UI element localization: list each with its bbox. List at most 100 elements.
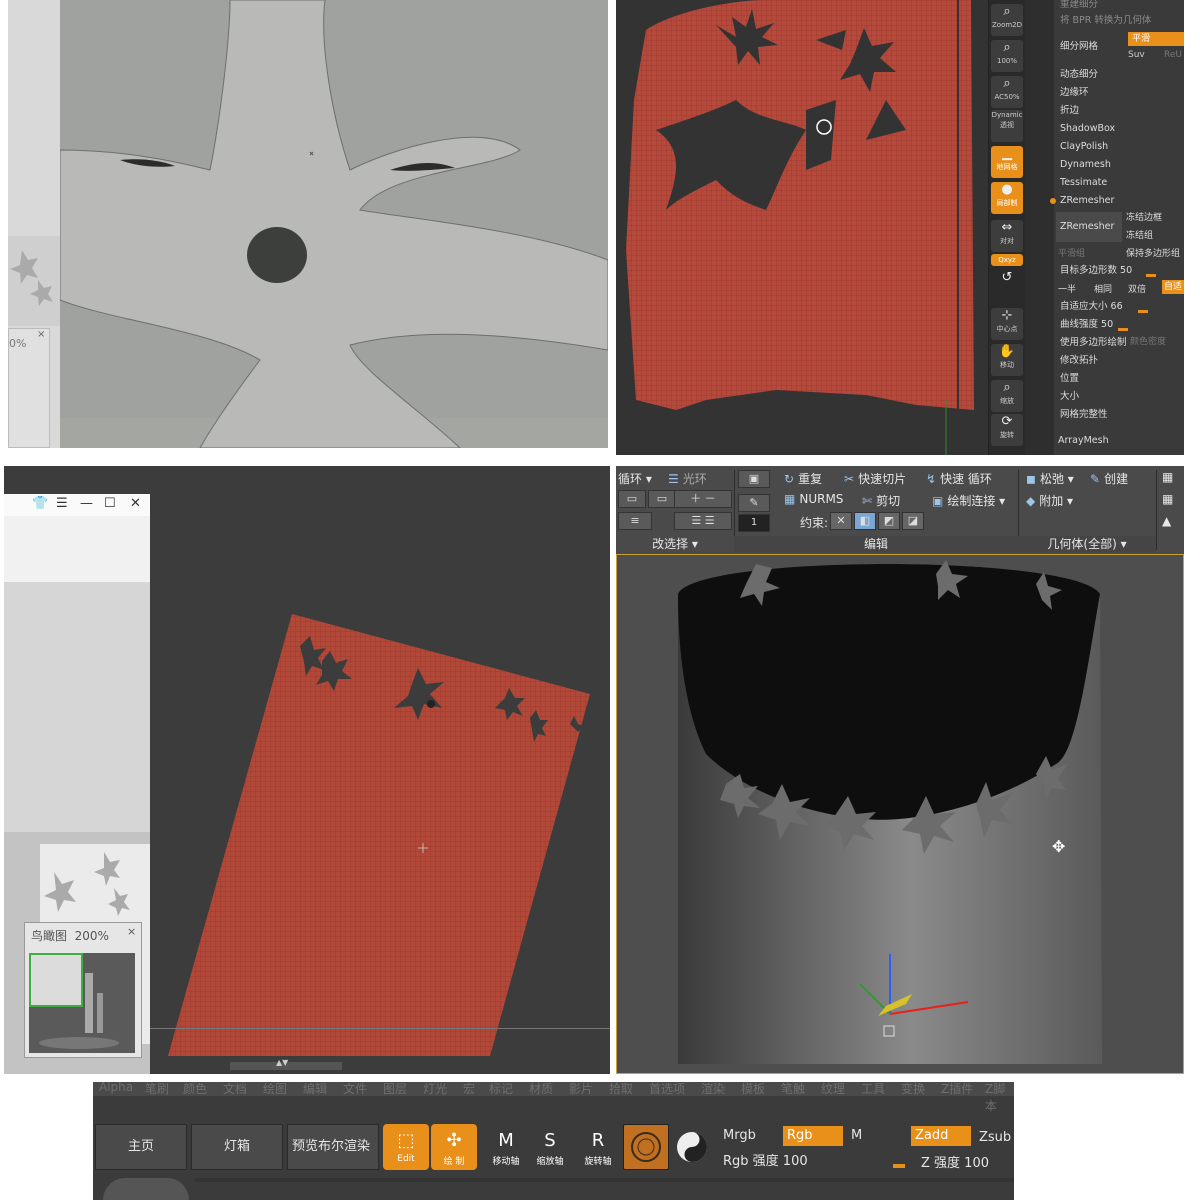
menu-stroke[interactable]: 笔触 — [781, 1082, 805, 1097]
same-toggle[interactable]: 相同 — [1094, 282, 1112, 295]
menu-macro[interactable]: 宏 — [463, 1082, 475, 1097]
rgb-toggle[interactable]: Rgb — [783, 1126, 843, 1146]
close-icon[interactable]: × — [127, 925, 136, 938]
menu-tool[interactable]: 工具 — [861, 1082, 885, 1097]
create-button[interactable]: ✎ 创建 — [1090, 470, 1128, 487]
menu-color[interactable]: 颜色 — [183, 1082, 207, 1097]
ac50-icon[interactable]: ⌕ AC50% — [991, 76, 1023, 108]
section-geometry-all[interactable]: 几何体(全部) ▾ — [1018, 536, 1156, 552]
scroll-arrows-icon[interactable]: ▲▼ — [276, 1058, 288, 1067]
half-toggle[interactable]: 一半 — [1058, 282, 1076, 295]
move-icon[interactable]: ✋ 移动 — [991, 344, 1023, 376]
quick-slice-button[interactable]: ✂ 快速切片 — [844, 470, 906, 487]
section-modify-selection[interactable]: 改选择 ▾ — [616, 536, 734, 552]
color-density-slider[interactable]: 颜色密度 — [1130, 334, 1166, 347]
frame-center-icon[interactable]: ⊹ 中心点 — [991, 308, 1023, 340]
menu-brush[interactable]: 笔刷 — [145, 1082, 169, 1097]
menu-zscript[interactable]: Z脚本 — [985, 1082, 1014, 1114]
menu-edit[interactable]: 编辑 — [303, 1082, 327, 1097]
grow-button[interactable]: ▭ — [648, 490, 676, 508]
lightbox-button[interactable]: 灯箱 — [191, 1124, 283, 1170]
navigator-selection[interactable] — [29, 953, 83, 1007]
rotate-small-icon[interactable]: ↺ — [991, 270, 1023, 300]
loop-button[interactable]: 循环 ▾ — [618, 470, 652, 487]
xyz-icon[interactable]: Qxyz — [991, 254, 1023, 266]
menu-dynamic-subdiv[interactable]: 动态细分 — [1054, 66, 1184, 83]
menu-marker[interactable]: 标记 — [489, 1082, 513, 1097]
menu-position[interactable]: 位置 — [1054, 370, 1184, 387]
zadd-toggle[interactable]: Zadd — [911, 1126, 971, 1146]
material-swatch[interactable] — [623, 1124, 669, 1170]
menu-light[interactable]: 灯光 — [423, 1082, 447, 1097]
brush-preview[interactable] — [103, 1178, 189, 1200]
perspective-viewport[interactable] — [150, 466, 610, 1074]
scale-icon[interactable]: ⌕ 缩放 — [991, 380, 1023, 412]
menu-size[interactable]: 大小 — [1054, 388, 1184, 405]
rgb-intensity-slider[interactable]: Rgb 强度 100 — [723, 1150, 808, 1169]
zsub-toggle[interactable]: Zsub — [979, 1130, 1011, 1145]
menu-material[interactable]: 材质 — [529, 1082, 553, 1097]
curve-strength-handle[interactable] — [1118, 328, 1128, 331]
menu-dynamesh[interactable]: Dynamesh — [1054, 156, 1184, 173]
constraint-edge-icon[interactable]: ◧ — [854, 512, 876, 530]
tweak-icon[interactable]: ✎ — [738, 494, 770, 512]
spinner-input[interactable]: 1 — [738, 514, 770, 532]
shrink-button[interactable]: ▭ — [618, 490, 646, 508]
menu-movie[interactable]: 影片 — [569, 1082, 593, 1097]
menu-picker[interactable]: 拾取 — [609, 1082, 633, 1097]
cut-button[interactable]: ✄ 剪切 — [862, 492, 900, 509]
menu-claypolish[interactable]: ClayPolish — [1054, 138, 1184, 155]
preserve-uv-icon[interactable]: ▣ — [738, 470, 770, 488]
target-polycount-slider[interactable]: 目标多边形数 50 — [1054, 262, 1184, 279]
freeze-groups-toggle[interactable]: 冻结组 — [1126, 228, 1153, 241]
double-toggle[interactable]: 双倍 — [1128, 282, 1146, 295]
keep-groups-toggle[interactable]: 保持多边形组 — [1126, 246, 1180, 259]
constraint-face-icon[interactable]: ◩ — [878, 512, 900, 530]
redo-button[interactable]: ↻ 重复 — [784, 470, 822, 487]
zoom-2d-icon[interactable]: ⌕ Zoom2D — [991, 4, 1023, 36]
z-intensity-slider[interactable]: Z 强度 100 — [921, 1152, 989, 1171]
navigator-window[interactable]: 鸟瞰图 200% × — [24, 922, 142, 1058]
menu-preferences[interactable]: 首选项 — [649, 1082, 685, 1097]
color-picker[interactable] — [675, 1130, 709, 1164]
menu-arraymesh[interactable]: ArrayMesh — [1052, 432, 1182, 449]
navigator-box[interactable]: 0% × — [8, 328, 50, 448]
shirt-icon[interactable]: 👕 — [32, 496, 48, 511]
horizontal-scrollbar[interactable]: ▲▼ — [230, 1058, 342, 1070]
reu-toggle[interactable]: ReU — [1164, 50, 1184, 64]
menu-texture[interactable]: 纹理 — [821, 1082, 845, 1097]
zbrush-viewport[interactable] — [616, 0, 988, 455]
close-icon[interactable]: ✕ — [130, 496, 141, 511]
dynamic-perspective-icon[interactable]: Dynamic 透视 — [991, 110, 1023, 142]
relax-button[interactable]: ◼ 松弛 ▾ — [1026, 470, 1074, 487]
smooth-toggle[interactable]: 平滑 — [1128, 32, 1184, 46]
menu-tessimate[interactable]: Tessimate — [1054, 174, 1184, 191]
nurms-button[interactable]: ▦ NURMS — [784, 492, 843, 506]
grid2-icon[interactable]: ▦ — [1162, 492, 1173, 506]
quick-loop-button[interactable]: ↯ 快速 循环 — [926, 470, 992, 487]
rotate-icon[interactable]: ⟳ 旋转 — [991, 414, 1023, 446]
paint-connect-button[interactable]: ▣ 绘制连接 ▾ — [932, 492, 1005, 509]
section-edit[interactable]: 编辑 — [734, 536, 1018, 552]
minimize-icon[interactable]: — — [80, 496, 93, 511]
home-button[interactable]: 主页 — [95, 1124, 187, 1170]
target-polycount-handle[interactable] — [1146, 274, 1156, 277]
local-icon[interactable]: ● 局部制 — [991, 182, 1023, 214]
align-icon[interactable]: ⇔ 对对 — [991, 220, 1023, 252]
menu-bpr-to-geometry[interactable]: 将 BPR 转换为几何体 — [1054, 12, 1184, 29]
grid-icon[interactable]: ▦ — [1162, 470, 1173, 484]
smooth-groups-slider[interactable]: 平滑组 — [1058, 246, 1085, 259]
constraint-none-icon[interactable]: ✕ — [830, 512, 852, 530]
ring-mode-button[interactable]: ☰ ☰ — [674, 512, 732, 530]
floor-grid-icon[interactable]: ▁ 地网格 — [991, 146, 1023, 178]
terrain-icon[interactable]: ▲ — [1162, 514, 1171, 528]
menu-edge-loop[interactable]: 边缘环 — [1054, 84, 1184, 101]
ring-button[interactable]: ☰ 光环 — [668, 470, 707, 487]
suv-toggle[interactable]: Suv — [1128, 50, 1156, 64]
edit-tool-button[interactable]: ⬚ Edit — [383, 1124, 429, 1170]
preview-bpr-button[interactable]: 预览布尔渲染 — [287, 1124, 379, 1170]
move-tool-button[interactable]: M 移动轴 — [483, 1124, 529, 1170]
rotate-tool-button[interactable]: R 旋转轴 — [575, 1124, 621, 1170]
menu-mesh-integrity[interactable]: 网格完整性 — [1054, 406, 1184, 423]
menu-icon[interactable]: ☰ — [56, 496, 68, 511]
